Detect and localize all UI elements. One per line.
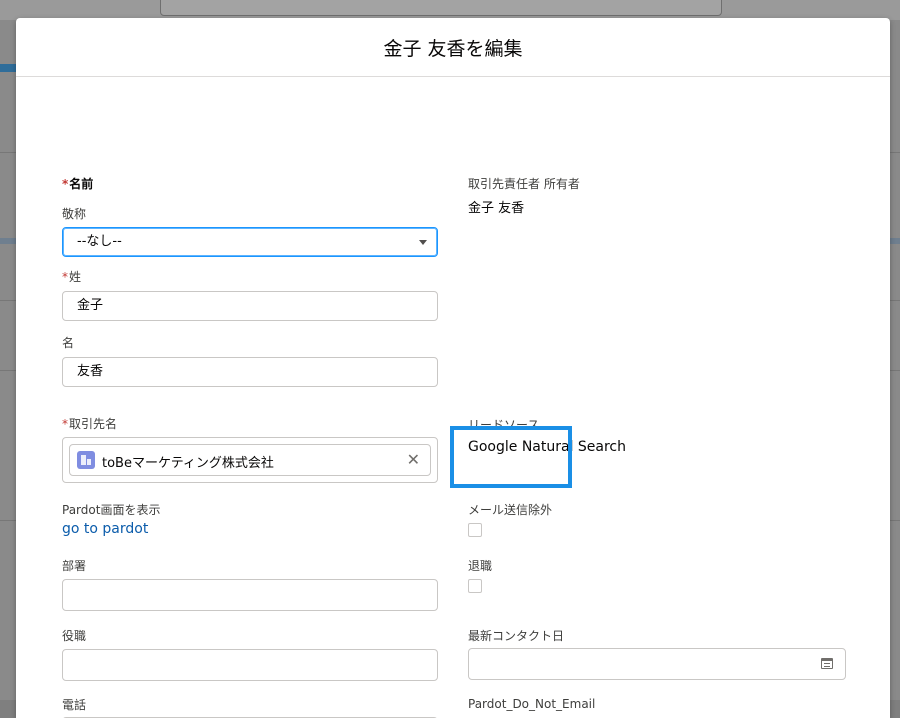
title-label: 役職 [62, 629, 87, 643]
last-contact-date-input[interactable] [468, 648, 846, 680]
last-contact-label: 最新コンタクト日 [468, 629, 565, 643]
department-label: 部署 [62, 559, 87, 573]
email-opt-out-checkbox[interactable] [468, 523, 482, 537]
salutation-select[interactable]: --なし-- [62, 227, 438, 257]
required-mark: * [62, 177, 69, 191]
title-input[interactable] [62, 649, 438, 681]
email-opt-out-label: メール送信除外 [468, 503, 553, 517]
close-icon[interactable]: ✕ [407, 450, 420, 469]
last-name-label-text: 姓 [69, 270, 82, 284]
name-label: *名前 [62, 175, 93, 192]
go-to-pardot-link[interactable]: go to pardot [62, 521, 148, 537]
owner-value: 金子 友香 [468, 201, 525, 216]
edit-contact-modal: 金子 友香を編集 *名前 敬称 --なし-- *姓 金子 名 友香 *取引先名 … [16, 18, 890, 718]
name-label-text: 名前 [69, 177, 94, 191]
last-name-value: 金子 [77, 298, 104, 313]
highlight-box [450, 426, 572, 488]
retired-checkbox[interactable] [468, 579, 482, 593]
account-lookup: toBeマーケティング株式会社 ✕ [62, 437, 438, 483]
account-icon [77, 451, 95, 469]
salutation-value: --なし-- [77, 234, 122, 249]
pardot-do-not-email-label: Pardot_Do_Not_Email [468, 697, 596, 711]
pardot-label: Pardot画面を表示 [62, 503, 161, 517]
first-name-input[interactable]: 友香 [62, 357, 438, 387]
last-name-input[interactable]: 金子 [62, 291, 438, 321]
required-mark: * [62, 270, 68, 284]
salutation-label: 敬称 [62, 207, 87, 221]
modal-header: 金子 友香を編集 [16, 18, 890, 77]
department-input[interactable] [62, 579, 438, 611]
modal-title: 金子 友香を編集 [383, 37, 523, 60]
retired-label: 退職 [468, 559, 493, 573]
account-label: *取引先名 [62, 415, 117, 432]
phone-label: 電話 [62, 698, 87, 712]
last-name-label: *姓 [62, 268, 81, 285]
background-search-box [160, 0, 722, 16]
account-label-text: 取引先名 [69, 417, 118, 431]
owner-label: 取引先責任者 所有者 [468, 177, 580, 191]
first-name-value: 友香 [77, 364, 104, 379]
account-pill[interactable]: toBeマーケティング株式会社 ✕ [69, 444, 431, 476]
required-mark: * [62, 417, 68, 431]
account-value: toBeマーケティング株式会社 [102, 456, 274, 471]
calendar-icon[interactable] [821, 658, 833, 669]
first-name-label: 名 [62, 336, 75, 350]
chevron-down-icon [419, 240, 427, 245]
